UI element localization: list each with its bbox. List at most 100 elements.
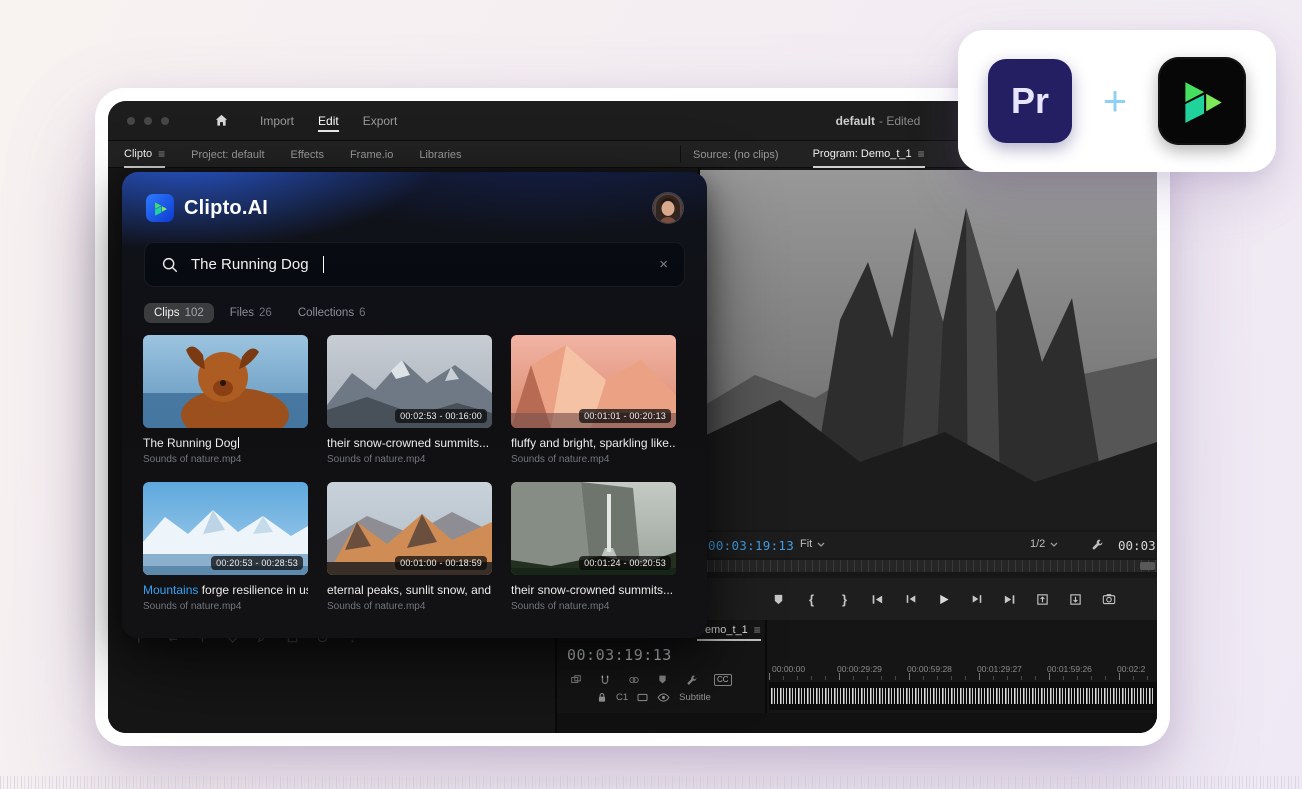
- search-input[interactable]: The Running Dog ×: [144, 242, 685, 287]
- tab-source-monitor[interactable]: Source: (no clips): [693, 141, 779, 168]
- edited-status: - Edited: [879, 114, 920, 128]
- clip-thumbnail-rocky-mountain[interactable]: 00:02:53 - 00:16:00: [327, 335, 492, 428]
- clip-card[interactable]: 00:02:53 - 00:16:00 their snow-crowned s…: [327, 335, 492, 465]
- clip-card[interactable]: 00:01:24 - 00:20:53 their snow-crowned s…: [511, 482, 676, 612]
- window-dot-icon[interactable]: [161, 117, 169, 125]
- program-video-frame: [700, 170, 1157, 530]
- clip-filename: Sounds of nature.mp4: [143, 601, 308, 612]
- clip-time-range: 00:20:53 - 00:28:53: [211, 556, 303, 570]
- window-controls[interactable]: [127, 117, 169, 125]
- step-forward-button[interactable]: [969, 591, 985, 607]
- main-menu: Import Edit Export: [260, 101, 397, 141]
- mark-in-button[interactable]: {: [804, 591, 820, 607]
- clip-card[interactable]: 00:20:53 - 00:28:53 Mountains forge resi…: [143, 482, 308, 612]
- menu-export[interactable]: Export: [363, 110, 398, 132]
- clip-time-range: 00:01:00 - 00:18:59: [395, 556, 487, 570]
- lock-icon[interactable]: [597, 692, 607, 703]
- subtitle-clips-track[interactable]: [769, 682, 1157, 710]
- tab-program-monitor[interactable]: Program: Demo_t_1 ≡: [813, 141, 925, 168]
- clip-thumbnail-pink-mountain[interactable]: 00:01:01 - 00:20:13: [511, 335, 676, 428]
- clip-time-range: 00:01:24 - 00:20:53: [579, 556, 671, 570]
- monitor-settings-wrench-icon[interactable]: [1091, 538, 1104, 551]
- extract-button[interactable]: [1068, 591, 1084, 607]
- mark-out-button[interactable]: }: [837, 591, 853, 607]
- clip-filename: Sounds of nature.mp4: [327, 601, 492, 612]
- menu-import[interactable]: Import: [260, 110, 294, 132]
- clip-thumbnail-sunlit-peaks[interactable]: 00:01:00 - 00:18:59: [327, 482, 492, 575]
- clip-thumbnail-dog[interactable]: [143, 335, 308, 428]
- clip-thumbnail-snowy-mountain[interactable]: 00:20:53 - 00:28:53: [143, 482, 308, 575]
- track-output-icon[interactable]: [637, 693, 648, 702]
- program-monitor: 00:03:19:13 Fit 1/2 00:03: [700, 168, 1157, 620]
- timeline-settings-wrench-icon[interactable]: [685, 673, 698, 686]
- clear-search-icon[interactable]: ×: [659, 256, 668, 273]
- panel-menu-icon[interactable]: ≡: [754, 623, 761, 637]
- tab-frameio[interactable]: Frame.io: [350, 141, 393, 168]
- go-to-in-button[interactable]: [870, 591, 886, 607]
- export-frame-camera-icon[interactable]: [1101, 591, 1117, 607]
- timeline-footer: [557, 713, 1157, 733]
- home-icon[interactable]: [214, 113, 229, 128]
- menu-edit[interactable]: Edit: [318, 110, 339, 132]
- clip-title: Mountains forge resilience in us: [143, 583, 308, 597]
- clip-title: The Running Dog: [143, 436, 308, 450]
- clip-title: fluffy and bright, sparkling like...: [511, 436, 676, 450]
- step-back-button[interactable]: [903, 591, 919, 607]
- monitor-controls-row: 00:03:19:13 Fit 1/2 00:03: [700, 532, 1157, 558]
- eye-icon[interactable]: [657, 693, 670, 702]
- add-marker-button[interactable]: [771, 591, 787, 607]
- monitor-scrubber[interactable]: [700, 560, 1157, 572]
- captions-badge[interactable]: CC: [714, 674, 732, 686]
- window-dot-icon[interactable]: [127, 117, 135, 125]
- user-avatar[interactable]: [653, 193, 683, 223]
- panel-tabs-right: Source: (no clips) Program: Demo_t_1 ≡: [693, 141, 925, 168]
- chevron-down-icon: [1050, 542, 1058, 547]
- premiere-pro-logo: Pr: [988, 59, 1072, 143]
- lift-button[interactable]: [1035, 591, 1051, 607]
- tab-files[interactable]: Files26: [220, 303, 282, 323]
- clip-card[interactable]: 00:01:00 - 00:18:59 eternal peaks, sunli…: [327, 482, 492, 612]
- scrubber-handle[interactable]: [1140, 562, 1155, 570]
- linked-selection-icon[interactable]: [627, 673, 640, 686]
- clip-filename: Sounds of nature.mp4: [143, 454, 308, 465]
- timeline-ruler[interactable]: 00:00:00 00:00:29:29 00:00:59:28 00:01:2…: [769, 664, 1157, 680]
- play-button[interactable]: [936, 591, 952, 607]
- promo-card: Pr +: [958, 30, 1276, 172]
- tab-clipto[interactable]: Clipto ≡: [124, 141, 165, 168]
- tab-collections[interactable]: Collections6: [288, 303, 376, 323]
- transport-controls: { }: [700, 578, 1157, 620]
- monitor-timecode[interactable]: 00:03:19:13: [708, 538, 794, 553]
- tab-clips[interactable]: Clips102: [144, 303, 214, 323]
- clip-time-range: 00:01:01 - 00:20:13: [579, 409, 671, 423]
- playback-resolution-dropdown[interactable]: 1/2: [1030, 538, 1058, 550]
- subtitle-track-label: Subtitle: [679, 692, 711, 703]
- fit-dropdown[interactable]: Fit: [800, 538, 825, 550]
- clipto-logo: [1158, 57, 1246, 145]
- go-to-out-button[interactable]: [1002, 591, 1018, 607]
- clip-title: their snow-crowned summits...: [327, 436, 492, 450]
- timeline-toolbar: CC: [569, 673, 732, 686]
- window-dot-icon[interactable]: [144, 117, 152, 125]
- panel-tabs-left: Clipto ≡ Project: default Effects Frame.…: [124, 141, 462, 168]
- track-label[interactable]: C1: [616, 692, 628, 703]
- clip-results-grid: The Running Dog Sounds of nature.mp4 00:…: [143, 335, 676, 612]
- clip-card[interactable]: The Running Dog Sounds of nature.mp4: [143, 335, 308, 465]
- snap-magnet-icon[interactable]: [598, 673, 611, 686]
- clipto-app-name: Clipto.AI: [184, 197, 268, 220]
- project-name: default: [836, 114, 875, 128]
- clip-card[interactable]: 00:01:01 - 00:20:13 fluffy and bright, s…: [511, 335, 676, 465]
- tab-effects[interactable]: Effects: [291, 141, 324, 168]
- timeline-marker-icon[interactable]: [656, 673, 669, 686]
- plus-icon: +: [1103, 80, 1128, 122]
- nest-icon[interactable]: [569, 673, 582, 686]
- tab-libraries[interactable]: Libraries: [419, 141, 461, 168]
- clip-thumbnail-waterfall-cliff[interactable]: 00:01:24 - 00:20:53: [511, 482, 676, 575]
- timeline-timecode[interactable]: 00:03:19:13: [567, 646, 672, 664]
- tab-project[interactable]: Project: default: [191, 141, 264, 168]
- panel-menu-icon[interactable]: ≡: [158, 147, 165, 161]
- panel-menu-icon[interactable]: ≡: [918, 147, 925, 161]
- subtitle-clips-ticks: [771, 688, 1155, 704]
- text-caret: [323, 256, 325, 273]
- tabs-divider: [680, 145, 681, 163]
- chevron-down-icon: [817, 542, 825, 547]
